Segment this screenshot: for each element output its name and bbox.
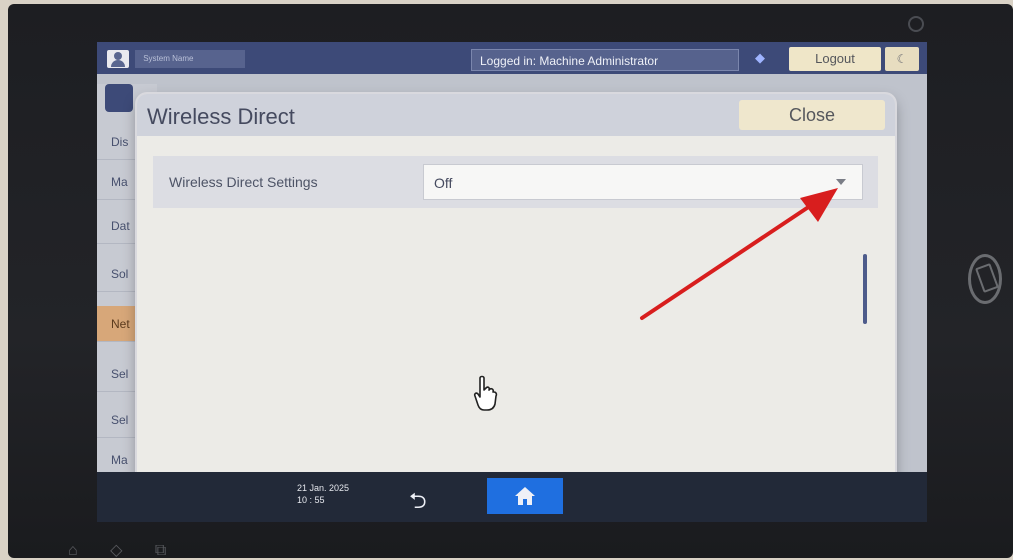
tools-icon [105,84,133,112]
user-icon[interactable] [107,50,129,68]
time-text: 10 : 55 [297,495,325,505]
sensor-icon [908,16,924,32]
moon-icon: ☾ [896,52,908,66]
wireless-direct-select[interactable]: Off [423,164,863,200]
system-name-field: System Name [135,50,245,68]
top-bar: System Name Logged in: Machine Administr… [97,42,927,74]
scrollbar[interactable] [863,254,867,324]
taskbar: 21 Jan. 2025 10 : 55 ⮌ [97,472,927,522]
close-button[interactable]: Close [739,100,885,130]
logged-in-status[interactable]: Logged in: Machine Administrator [471,49,739,71]
datetime: 21 Jan. 2025 10 : 55 [297,482,349,506]
info-icon[interactable]: ◆ [755,50,769,65]
back-icon[interactable]: ⮌ [409,484,427,522]
screen: System Name Logged in: Machine Administr… [97,42,927,522]
dialog-header: Wireless Direct Close [137,94,895,136]
dialog-title: Wireless Direct [147,104,295,129]
home-button[interactable] [487,478,563,514]
date-text: 21 Jan. 2025 [297,483,350,493]
settings-row: Wireless Direct Settings Off [153,156,878,208]
energy-saver-button[interactable]: ☾ [885,47,919,71]
hardware-buttons: ⌂ ◇ ⧉ [68,542,181,559]
logout-button[interactable]: Logout [789,47,881,71]
rotate-icon[interactable] [968,254,1002,304]
chevron-down-icon[interactable] [836,179,846,185]
settings-label: Wireless Direct Settings [169,174,318,190]
select-value: Off [434,175,453,191]
wireless-direct-dialog: Wireless Direct Close Wireless Direct Se… [137,94,895,512]
home-icon [515,487,535,505]
